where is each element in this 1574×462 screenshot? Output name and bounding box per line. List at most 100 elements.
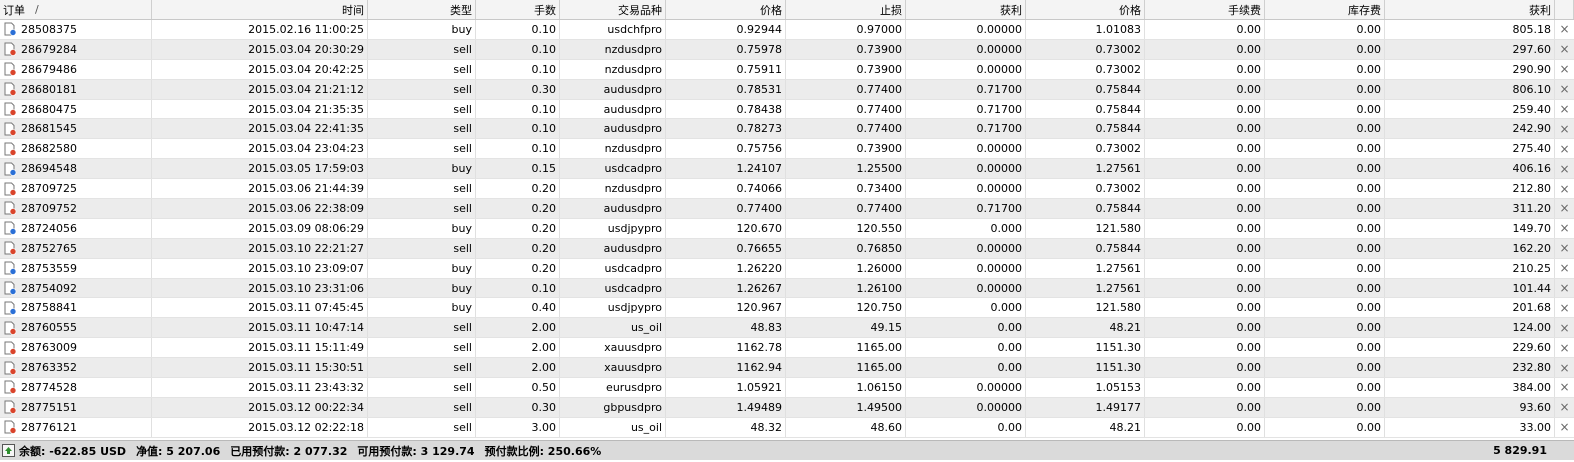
column-header-time[interactable]: 时间: [152, 0, 368, 19]
close-icon[interactable]: ×: [1555, 139, 1574, 158]
close-icon[interactable]: ×: [1555, 418, 1574, 437]
close-icon[interactable]: ×: [1555, 40, 1574, 59]
table-row[interactable]: 28776121 2015.03.12 02:22:18 sell 3.00 us_oi…: [0, 417, 1574, 438]
cell-open-price: 0.78531: [666, 79, 786, 99]
column-header-stop-loss[interactable]: 止损: [786, 0, 906, 19]
cell-take-profit: 0.00000: [906, 378, 1026, 397]
table-row[interactable]: 28763352 2015.03.11 15:30:51 sell 2.00 xauus…: [0, 358, 1574, 379]
cell-text: 1.27561: [1095, 281, 1142, 295]
cell-lots: 0.20: [476, 218, 560, 238]
cell-text: 1.27561: [1095, 261, 1142, 275]
table-row[interactable]: 28680181 2015.03.04 21:21:12 sell 0.30 audus…: [0, 79, 1574, 100]
cell-text: 0.00: [1236, 201, 1262, 215]
column-header-swap[interactable]: 库存费: [1265, 0, 1385, 19]
cell-order: 28758841: [0, 298, 152, 318]
cell-text: 0.00: [997, 420, 1023, 434]
table-row[interactable]: 28709725 2015.03.06 21:44:39 sell 0.20 nzdus…: [0, 179, 1574, 200]
column-header-profit[interactable]: 获利: [1385, 0, 1555, 19]
cell-profit: 124.00: [1385, 318, 1555, 338]
column-header-order[interactable]: 订单 /: [0, 0, 152, 19]
close-icon[interactable]: ×: [1555, 378, 1574, 397]
cell-text: 201.68: [1512, 301, 1552, 315]
cell-text: 28752765: [21, 241, 77, 255]
table-row[interactable]: 28775151 2015.03.12 00:22:34 sell 0.30 gbpus…: [0, 397, 1574, 418]
close-icon[interactable]: ×: [1555, 80, 1574, 99]
cell-stop-loss: 120.550: [786, 218, 906, 238]
cell-text: 0.75844: [1095, 122, 1142, 136]
close-icon[interactable]: ×: [1555, 199, 1574, 218]
close-icon[interactable]: ×: [1555, 279, 1574, 298]
sell-order-icon: [4, 62, 17, 77]
cell-profit: 33.00: [1385, 417, 1555, 437]
table-row[interactable]: 28724056 2015.03.09 08:06:29 buy 0.20 usdjpy…: [0, 218, 1574, 239]
cell-text: 0.00000: [976, 261, 1023, 275]
close-icon[interactable]: ×: [1555, 179, 1574, 198]
cell-commission: 0.00: [1145, 99, 1265, 119]
cell-text: 0.77400: [856, 82, 903, 96]
cell-text: 2015.03.12 00:22:34: [248, 400, 364, 414]
column-header-symbol[interactable]: 交易品种: [560, 0, 666, 19]
cell-current-price: 1.49177: [1026, 397, 1145, 417]
cell-swap: 0.00: [1265, 238, 1385, 258]
column-header-commission[interactable]: 手续费: [1145, 0, 1265, 19]
cell-open-price: 1.24107: [666, 159, 786, 179]
close-icon[interactable]: ×: [1555, 159, 1574, 178]
cell-text: 0.74066: [736, 182, 783, 196]
table-row[interactable]: 28694548 2015.03.05 17:59:03 buy 0.15 usdcad…: [0, 159, 1574, 180]
cell-symbol: audusdpro: [560, 99, 666, 119]
cell-text: 28763352: [21, 361, 77, 375]
column-header-lots[interactable]: 手数: [476, 0, 560, 19]
total-profit: 5 829.91: [1493, 444, 1547, 457]
table-row[interactable]: 28709752 2015.03.06 22:38:09 sell 0.20 audus…: [0, 199, 1574, 219]
close-icon[interactable]: ×: [1555, 20, 1574, 39]
close-icon[interactable]: ×: [1555, 259, 1574, 278]
table-row[interactable]: 28682580 2015.03.04 23:04:23 sell 0.10 nzdus…: [0, 139, 1574, 160]
table-row[interactable]: 28763009 2015.03.11 15:11:49 sell 2.00 xauus…: [0, 338, 1574, 359]
close-icon[interactable]: ×: [1555, 100, 1574, 119]
close-icon[interactable]: ×: [1555, 318, 1574, 337]
cell-text: 0.00: [1356, 22, 1382, 36]
table-row[interactable]: 28758841 2015.03.11 07:45:45 buy 0.40 usdjpy…: [0, 298, 1574, 319]
table-row[interactable]: 28679486 2015.03.04 20:42:25 sell 0.10 nzdus…: [0, 59, 1574, 80]
cell-text: nzdusdpro: [604, 182, 662, 196]
cell-text: sell: [453, 102, 472, 116]
close-icon[interactable]: ×: [1555, 298, 1574, 317]
table-row[interactable]: 28679284 2015.03.04 20:30:29 sell 0.10 nzdus…: [0, 39, 1574, 60]
cell-lots: 3.00: [476, 417, 560, 437]
cell-text: 2015.03.04 21:35:35: [248, 102, 364, 116]
close-icon[interactable]: ×: [1555, 60, 1574, 79]
close-icon[interactable]: ×: [1555, 398, 1574, 417]
close-icon[interactable]: ×: [1555, 119, 1574, 138]
table-row[interactable]: 28760555 2015.03.11 10:47:14 sell 2.00 us_oi…: [0, 318, 1574, 339]
cell-text: 2015.02.16 11:00:25: [248, 22, 364, 36]
cell-text: 1151.30: [1095, 361, 1142, 375]
cell-symbol: xauusdpro: [560, 358, 666, 378]
table-row[interactable]: 28681545 2015.03.04 22:41:35 sell 0.10 audus…: [0, 119, 1574, 140]
table-row[interactable]: 28752765 2015.03.10 22:21:27 sell 0.20 audus…: [0, 238, 1574, 259]
table-row[interactable]: 28508375 2015.02.16 11:00:25 buy 0.10 usdchf…: [0, 20, 1574, 40]
cell-text: 28775151: [21, 400, 77, 414]
cell-commission: 0.00: [1145, 298, 1265, 318]
cell-text: 28754092: [21, 281, 77, 295]
column-header-type[interactable]: 类型: [368, 0, 476, 19]
cell-text: 0.00000: [976, 281, 1023, 295]
table-row[interactable]: 28753559 2015.03.10 23:09:07 buy 0.20 usdcad…: [0, 258, 1574, 279]
cell-text: 0.10: [531, 102, 557, 116]
table-row[interactable]: 28680475 2015.03.04 21:35:35 sell 0.10 audus…: [0, 99, 1574, 120]
close-icon[interactable]: ×: [1555, 338, 1574, 357]
cell-profit: 101.44: [1385, 278, 1555, 298]
sell-order-icon: [4, 321, 17, 335]
close-icon[interactable]: ×: [1555, 219, 1574, 238]
table-row[interactable]: 28774528 2015.03.11 23:43:32 sell 0.50 eurus…: [0, 378, 1574, 398]
close-icon[interactable]: ×: [1555, 239, 1574, 258]
cell-text: 1162.78: [736, 341, 783, 355]
column-header-open-price[interactable]: 价格: [666, 0, 786, 19]
close-icon[interactable]: ×: [1555, 358, 1574, 377]
buy-order-icon: [4, 162, 17, 176]
cell-text: sell: [453, 62, 472, 76]
column-header-current-price[interactable]: 价格: [1026, 0, 1145, 19]
table-row[interactable]: 28754092 2015.03.10 23:31:06 buy 0.10 usdcad…: [0, 278, 1574, 299]
column-header-take-profit[interactable]: 获利: [906, 0, 1026, 19]
cell-current-price: 1.27561: [1026, 258, 1145, 278]
cell-open-price: 0.92944: [666, 20, 786, 39]
